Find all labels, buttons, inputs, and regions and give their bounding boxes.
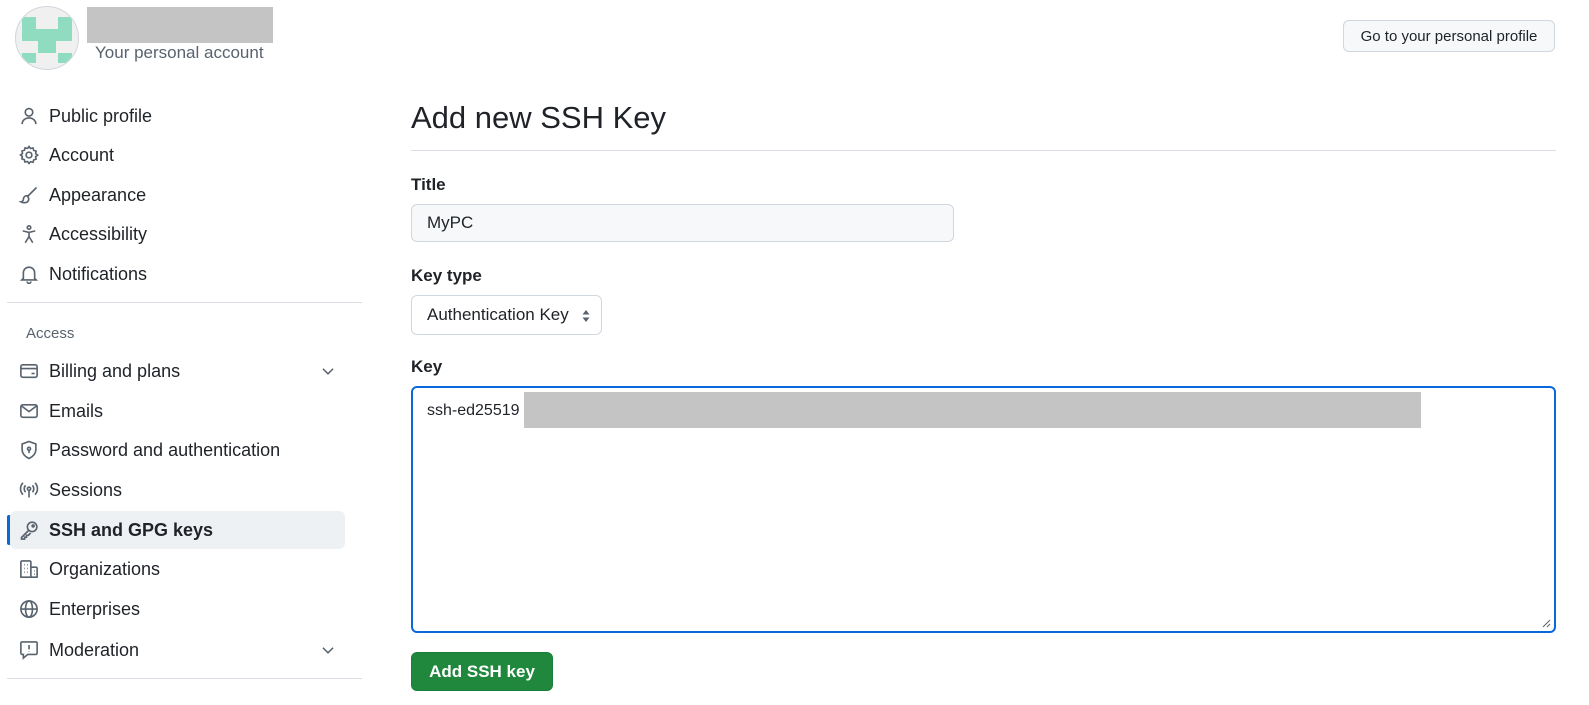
sidebar-item-label: Appearance [49, 184, 147, 205]
sidebar-item-label: Notifications [49, 263, 148, 284]
key-icon [18, 519, 40, 541]
bell-icon [18, 263, 40, 285]
sidebar-item-label: Password and authentication [49, 439, 281, 460]
sidebar-item-label: Moderation [49, 639, 140, 660]
title-divider [411, 150, 1556, 151]
add-ssh-key-button[interactable]: Add SSH key [411, 652, 553, 691]
sidebar-item-label: Accessibility [49, 223, 148, 244]
sidebar-item-billing[interactable]: Billing and plans [10, 352, 345, 390]
credit-card-icon [18, 360, 40, 382]
sidebar-item-moderation[interactable]: Moderation [10, 631, 345, 669]
redacted-username [87, 7, 273, 43]
paintbrush-icon [18, 184, 40, 206]
sidebar-item-label: Enterprises [49, 598, 141, 619]
sidebar-item-label: Emails [49, 400, 104, 421]
key-type-label: Key type [411, 266, 482, 285]
report-icon [18, 639, 40, 661]
account-subtitle: Your personal account [95, 43, 264, 62]
sidebar-item-label: Public profile [49, 105, 153, 126]
redacted-key-content [524, 392, 1421, 428]
sidebar-item-notifications[interactable]: Notifications [10, 255, 345, 293]
sidebar-item-label: Billing and plans [49, 360, 181, 381]
sidebar-item-label: SSH and GPG keys [49, 519, 214, 540]
key-type-select[interactable]: Authentication Key [411, 295, 602, 335]
resize-handle-icon[interactable] [1541, 618, 1551, 628]
sidebar-item-public-profile[interactable]: Public profile [10, 97, 345, 135]
sidebar-item-label: Sessions [49, 479, 123, 500]
broadcast-icon [18, 479, 40, 501]
sidebar-item-emails[interactable]: Emails [10, 392, 345, 430]
sidebar-item-label: Organizations [49, 558, 161, 579]
key-label: Key [411, 357, 443, 376]
go-to-profile-button[interactable]: Go to your personal profile [1343, 20, 1555, 52]
page-title: Add new SSH Key [411, 100, 667, 135]
sidebar-item-appearance[interactable]: Appearance [10, 176, 345, 214]
title-input[interactable] [411, 204, 954, 242]
sidebar-divider [7, 302, 362, 303]
sidebar-item-account[interactable]: Account [10, 136, 345, 174]
gear-icon [18, 144, 40, 166]
sidebar-item-sessions[interactable]: Sessions [10, 471, 345, 509]
sidebar-item-enterprises[interactable]: Enterprises [10, 590, 345, 628]
sidebar-section-access: Access [26, 325, 75, 342]
sidebar-item-organizations[interactable]: Organizations [10, 550, 345, 588]
accessibility-icon [18, 223, 40, 245]
chevron-down-icon[interactable] [319, 641, 337, 659]
avatar [15, 6, 79, 70]
sidebar-item-label: Account [49, 144, 115, 165]
sidebar-divider [7, 678, 362, 679]
organization-icon [18, 558, 40, 580]
globe-icon [18, 598, 40, 620]
key-text: ssh-ed25519 [427, 402, 520, 419]
mail-icon [18, 400, 40, 422]
chevron-down-icon[interactable] [319, 362, 337, 380]
sidebar-item-ssh-gpg-keys[interactable]: SSH and GPG keys [10, 511, 345, 549]
sidebar-item-accessibility[interactable]: Accessibility [10, 215, 345, 253]
shield-lock-icon [18, 439, 40, 461]
title-label: Title [411, 175, 446, 194]
person-icon [18, 105, 40, 127]
sidebar-item-password-authentication[interactable]: Password and authentication [10, 431, 345, 469]
select-arrows-icon [582, 310, 590, 322]
key-type-selected-value: Authentication Key [427, 305, 569, 324]
